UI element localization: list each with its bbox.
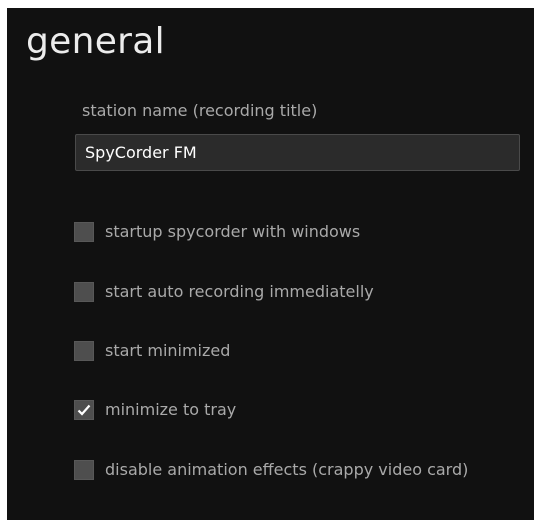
option-minimize-to-tray[interactable]: minimize to tray xyxy=(74,398,236,422)
settings-panel: general station name (recording title) s… xyxy=(7,8,534,520)
auto-recording-checkbox[interactable] xyxy=(74,282,94,302)
startup-with-windows-label: startup spycorder with windows xyxy=(105,222,361,241)
section-title: general xyxy=(26,21,165,62)
option-start-minimized[interactable]: start minimized xyxy=(74,339,230,363)
option-startup-with-windows[interactable]: startup spycorder with windows xyxy=(74,220,360,244)
start-minimized-checkbox[interactable] xyxy=(74,341,94,361)
station-name-input[interactable] xyxy=(75,134,520,171)
option-auto-recording[interactable]: start auto recording immediatelly xyxy=(74,280,374,304)
startup-with-windows-checkbox[interactable] xyxy=(74,222,94,242)
checkmark-icon xyxy=(77,404,91,416)
option-disable-animations[interactable]: disable animation effects (crappy video … xyxy=(74,458,468,482)
station-name-label: station name (recording title) xyxy=(82,101,318,120)
minimize-to-tray-label: minimize to tray xyxy=(105,400,237,419)
disable-animations-checkbox[interactable] xyxy=(74,460,94,480)
auto-recording-label: start auto recording immediatelly xyxy=(105,282,374,301)
start-minimized-label: start minimized xyxy=(105,341,231,360)
disable-animations-label: disable animation effects (crappy video … xyxy=(105,460,469,479)
minimize-to-tray-checkbox[interactable] xyxy=(74,400,94,420)
